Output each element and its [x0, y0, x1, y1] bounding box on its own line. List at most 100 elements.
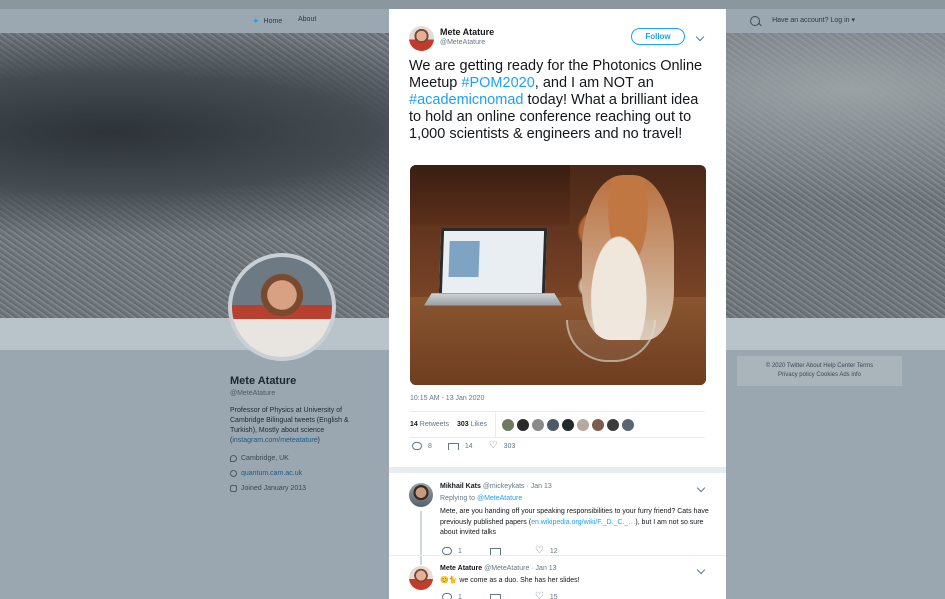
- calendar-icon: [230, 485, 237, 492]
- tweet-text: We are getting ready for the Photonics O…: [409, 58, 709, 143]
- reply-button[interactable]: 1: [442, 593, 462, 599]
- tweet-text-part: , and I am NOT an: [534, 75, 654, 91]
- liker-avatar[interactable]: [547, 418, 560, 431]
- hashtag-pom2020[interactable]: #POM2020: [461, 75, 534, 91]
- reply-count: 1: [458, 593, 462, 599]
- liker-avatar[interactable]: [532, 418, 545, 431]
- reply-author-name[interactable]: Mete Atature: [440, 565, 482, 572]
- reply-wikipedia-link[interactable]: en.wikipedia.org/wiki/F._D._C._…: [531, 519, 635, 526]
- bio-instagram-link[interactable]: instagram.com/meteatature: [232, 437, 317, 444]
- retweets-stat[interactable]: 14 Retweets: [410, 421, 449, 428]
- retweet-count: 14: [464, 442, 473, 450]
- reply-count: 1: [458, 547, 462, 555]
- retweets-count: 14: [410, 421, 418, 428]
- replying-to: Replying to @MeteAtature: [440, 495, 522, 502]
- author-avatar[interactable]: [409, 26, 434, 51]
- tweet-photo[interactable]: [410, 165, 706, 385]
- liker-avatar[interactable]: [622, 418, 635, 431]
- footer-links: © 2020 Twitter About Help Center Terms P…: [737, 356, 902, 386]
- reply-item[interactable]: Mete Atature @MeteAtature · Jan 13 😊🐈 we…: [389, 555, 726, 599]
- retweet-button[interactable]: [489, 593, 507, 599]
- likes-count: 303: [456, 421, 469, 428]
- reply-avatar[interactable]: [409, 483, 433, 507]
- profile-name[interactable]: Mete Atature: [230, 375, 296, 387]
- like-count: 12: [549, 547, 558, 555]
- author-name[interactable]: Mete Atature: [440, 27, 494, 37]
- like-button[interactable]: ♡ 12: [534, 545, 558, 556]
- like-button[interactable]: ♡ 303: [488, 440, 516, 451]
- search-icon[interactable]: [750, 16, 760, 26]
- nav-home-link[interactable]: ✦ Home: [252, 16, 282, 27]
- login-link[interactable]: Have an account? Log in ▾: [772, 16, 855, 24]
- photo-fireplace: [410, 165, 570, 225]
- reply-item[interactable]: Mikhail Kats @mickeykats · Jan 13 Replyi…: [389, 473, 726, 565]
- liker-avatar[interactable]: [592, 418, 605, 431]
- nav-about-link[interactable]: About: [298, 16, 316, 23]
- tweet-stats: 14 Retweets 303 Likes: [410, 411, 705, 438]
- liker-avatar[interactable]: [502, 418, 515, 431]
- reply-actions: 1 ♡ 15: [442, 591, 586, 599]
- tweet-actions: 8 14 ♡ 303: [412, 440, 531, 451]
- browser-strip: [0, 0, 945, 9]
- reply-header: Mikhail Kats @mickeykats · Jan 13: [440, 483, 552, 490]
- tweet-modal: Mete Atature @MeteAtature Follow We are …: [389, 9, 726, 599]
- likes-label: Likes: [470, 421, 488, 428]
- liker-avatar[interactable]: [607, 418, 620, 431]
- heart-icon: ♡: [534, 545, 544, 556]
- website-link[interactable]: quantum.cam.ac.uk: [241, 470, 302, 477]
- like-count: 303: [503, 442, 516, 450]
- reply-text: Mete, are you handing off your speaking …: [440, 507, 710, 539]
- replying-to-handle[interactable]: @MeteAtature: [477, 495, 522, 502]
- reply-author-handle[interactable]: @MeteAtature · Jan 13: [484, 565, 556, 572]
- bio-text-end: ): [317, 437, 320, 444]
- reply-author-name[interactable]: Mikhail Kats: [440, 483, 481, 490]
- reply-icon: [442, 593, 452, 599]
- reply-count: 8: [428, 442, 432, 450]
- joined-text: Joined January 2013: [241, 485, 306, 492]
- liker-avatar[interactable]: [562, 418, 575, 431]
- retweet-button[interactable]: 14: [447, 442, 473, 450]
- profile-handle[interactable]: @MeteAtature: [230, 390, 275, 397]
- twitter-bird-icon: ✦: [252, 16, 260, 26]
- likes-stat[interactable]: 303 Likes: [457, 421, 487, 428]
- photo-laptop-base: [423, 293, 563, 306]
- chevron-down-icon[interactable]: [696, 565, 706, 575]
- reply-actions: 1 ♡ 12: [442, 545, 586, 556]
- hashtag-academicnomad[interactable]: #academicnomad: [409, 92, 523, 108]
- retweet-icon: [489, 593, 501, 599]
- follow-button[interactable]: Follow: [631, 28, 685, 45]
- location-text: Cambridge, UK: [241, 455, 289, 462]
- tweet-timestamp[interactable]: 10:15 AM - 13 Jan 2020: [410, 395, 484, 402]
- footer-line-2[interactable]: Privacy policy Cookies Ads info: [737, 371, 902, 380]
- liker-avatar[interactable]: [517, 418, 530, 431]
- reply-icon: [412, 442, 422, 450]
- reply-header: Mete Atature @MeteAtature · Jan 13: [440, 565, 557, 572]
- profile-joined: Joined January 2013: [230, 485, 306, 492]
- profile-bio: Professor of Physics at University of Ca…: [230, 406, 370, 446]
- profile-avatar[interactable]: [228, 253, 336, 361]
- retweet-icon: [489, 547, 501, 555]
- location-pin-icon: [230, 455, 237, 462]
- chevron-down-icon[interactable]: [696, 483, 706, 493]
- profile-website: quantum.cam.ac.uk: [230, 470, 302, 477]
- reply-author-handle[interactable]: @mickeykats · Jan 13: [483, 483, 552, 490]
- reply-button[interactable]: 1: [442, 547, 462, 555]
- reply-button[interactable]: 8: [412, 442, 432, 450]
- nav-home-label: Home: [263, 18, 283, 25]
- heart-icon: ♡: [488, 440, 498, 451]
- liker-avatar[interactable]: [577, 418, 590, 431]
- replying-to-label: Replying to: [440, 495, 477, 502]
- heart-icon: ♡: [534, 591, 544, 599]
- retweets-label: Retweets: [419, 421, 449, 428]
- reply-avatar[interactable]: [409, 566, 433, 590]
- profile-location: Cambridge, UK: [230, 455, 289, 462]
- chevron-down-icon[interactable]: [695, 32, 705, 42]
- retweet-icon: [447, 442, 459, 450]
- photo-cat: [582, 175, 674, 340]
- footer-line-1[interactable]: © 2020 Twitter About Help Center Terms: [737, 362, 902, 371]
- reply-icon: [442, 547, 452, 555]
- like-button[interactable]: ♡ 15: [534, 591, 558, 599]
- like-count: 15: [549, 593, 558, 599]
- retweet-button[interactable]: [489, 547, 507, 555]
- author-handle[interactable]: @MeteAtature: [440, 39, 485, 46]
